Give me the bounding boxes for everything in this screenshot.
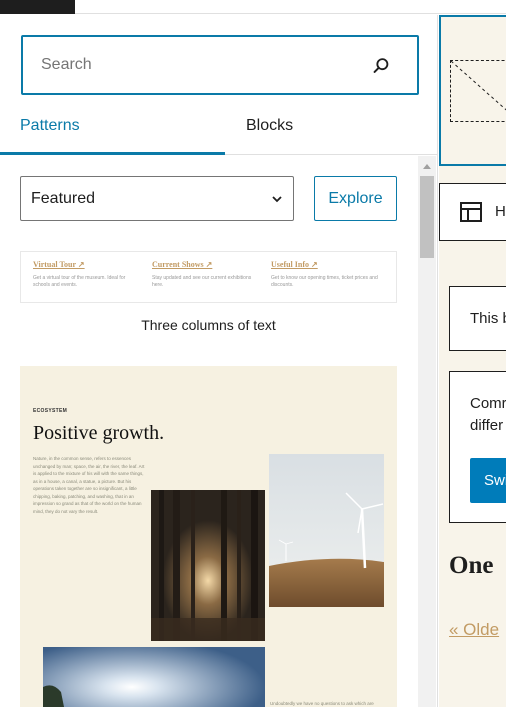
forest-image <box>151 490 265 641</box>
layout-icon[interactable] <box>460 202 482 222</box>
pattern-caption: Three columns of text <box>141 317 276 333</box>
notice-box-with-action: Comr differ Swi <box>449 371 506 523</box>
scrollbar[interactable] <box>418 156 436 707</box>
wind-turbine-image <box>269 454 384 607</box>
category-select[interactable]: Featured <box>20 176 294 221</box>
scroll-up-arrow-icon[interactable] <box>423 164 431 169</box>
explore-button[interactable]: Explore <box>314 176 397 221</box>
notice-box: This b <box>449 286 506 351</box>
placeholder-diagonal-icon <box>451 61 506 111</box>
image-placeholder-block[interactable] <box>439 15 506 166</box>
editor-canvas: H This b Comr differ Swi One « Olde <box>439 15 506 707</box>
column-text: Get a virtual tour of the museum. Ideal … <box>33 275 126 288</box>
scrollbar-thumb[interactable] <box>420 176 434 258</box>
chevron-down-icon <box>272 196 282 203</box>
pattern-column: Virtual Tour ↗ Get a virtual tour of the… <box>33 260 143 289</box>
top-bar <box>0 0 506 14</box>
tab-blocks[interactable]: Blocks <box>246 111 293 155</box>
category-select-value: Featured <box>31 190 96 207</box>
pattern-body-text: Nature, in the common sense, refers to e… <box>33 456 145 514</box>
pattern-list: Featured Explore Virtual Tour ↗ Get a vi… <box>0 156 437 707</box>
column-heading: Virtual Tour ↗ <box>33 260 85 269</box>
search-icon[interactable] <box>370 55 392 77</box>
pattern-preview-positive-growth[interactable]: ECOSYSTEM Positive growth. Nature, in th… <box>20 366 397 707</box>
notice-text: This b <box>470 310 506 327</box>
active-tab-indicator <box>0 152 225 155</box>
pattern-title: Positive growth. <box>33 422 165 444</box>
column-heading: Useful Info ↗ <box>271 260 318 269</box>
pattern-column: Current Shows ↗ Stay updated and see our… <box>152 260 262 289</box>
inserter-tabs: Patterns Blocks <box>0 111 437 155</box>
column-heading: Current Shows ↗ <box>152 260 213 269</box>
pattern-column: Useful Info ↗ Get to know our opening ti… <box>271 260 381 289</box>
placeholder-illustration <box>450 60 506 122</box>
tab-patterns[interactable]: Patterns <box>20 111 80 155</box>
toolbar-label: H <box>495 203 506 220</box>
search-box[interactable] <box>21 35 419 95</box>
notice-text-line2: differ <box>470 417 504 434</box>
column-text: Get to know our opening times, ticket pr… <box>271 275 378 288</box>
post-heading: One <box>449 552 494 579</box>
notice-text-line1: Comr <box>470 395 506 412</box>
column-text: Stay updated and see our current exhibit… <box>152 275 252 288</box>
switch-button[interactable]: Swi <box>470 458 506 503</box>
search-input[interactable] <box>41 53 341 77</box>
block-toolbar[interactable]: H <box>439 183 506 241</box>
inserter-panel: Patterns Blocks Featured Explore Virtual… <box>0 15 438 707</box>
pattern-body-text-secondary: Undoubtedly we have no questions to ask … <box>270 701 374 706</box>
pattern-eyebrow: ECOSYSTEM <box>33 408 68 414</box>
older-posts-link[interactable]: « Olde <box>449 620 499 640</box>
pattern-preview-three-columns[interactable]: Virtual Tour ↗ Get a virtual tour of the… <box>20 251 397 303</box>
sun-sky-image <box>43 647 265 707</box>
top-bar-dark-segment <box>0 0 75 14</box>
